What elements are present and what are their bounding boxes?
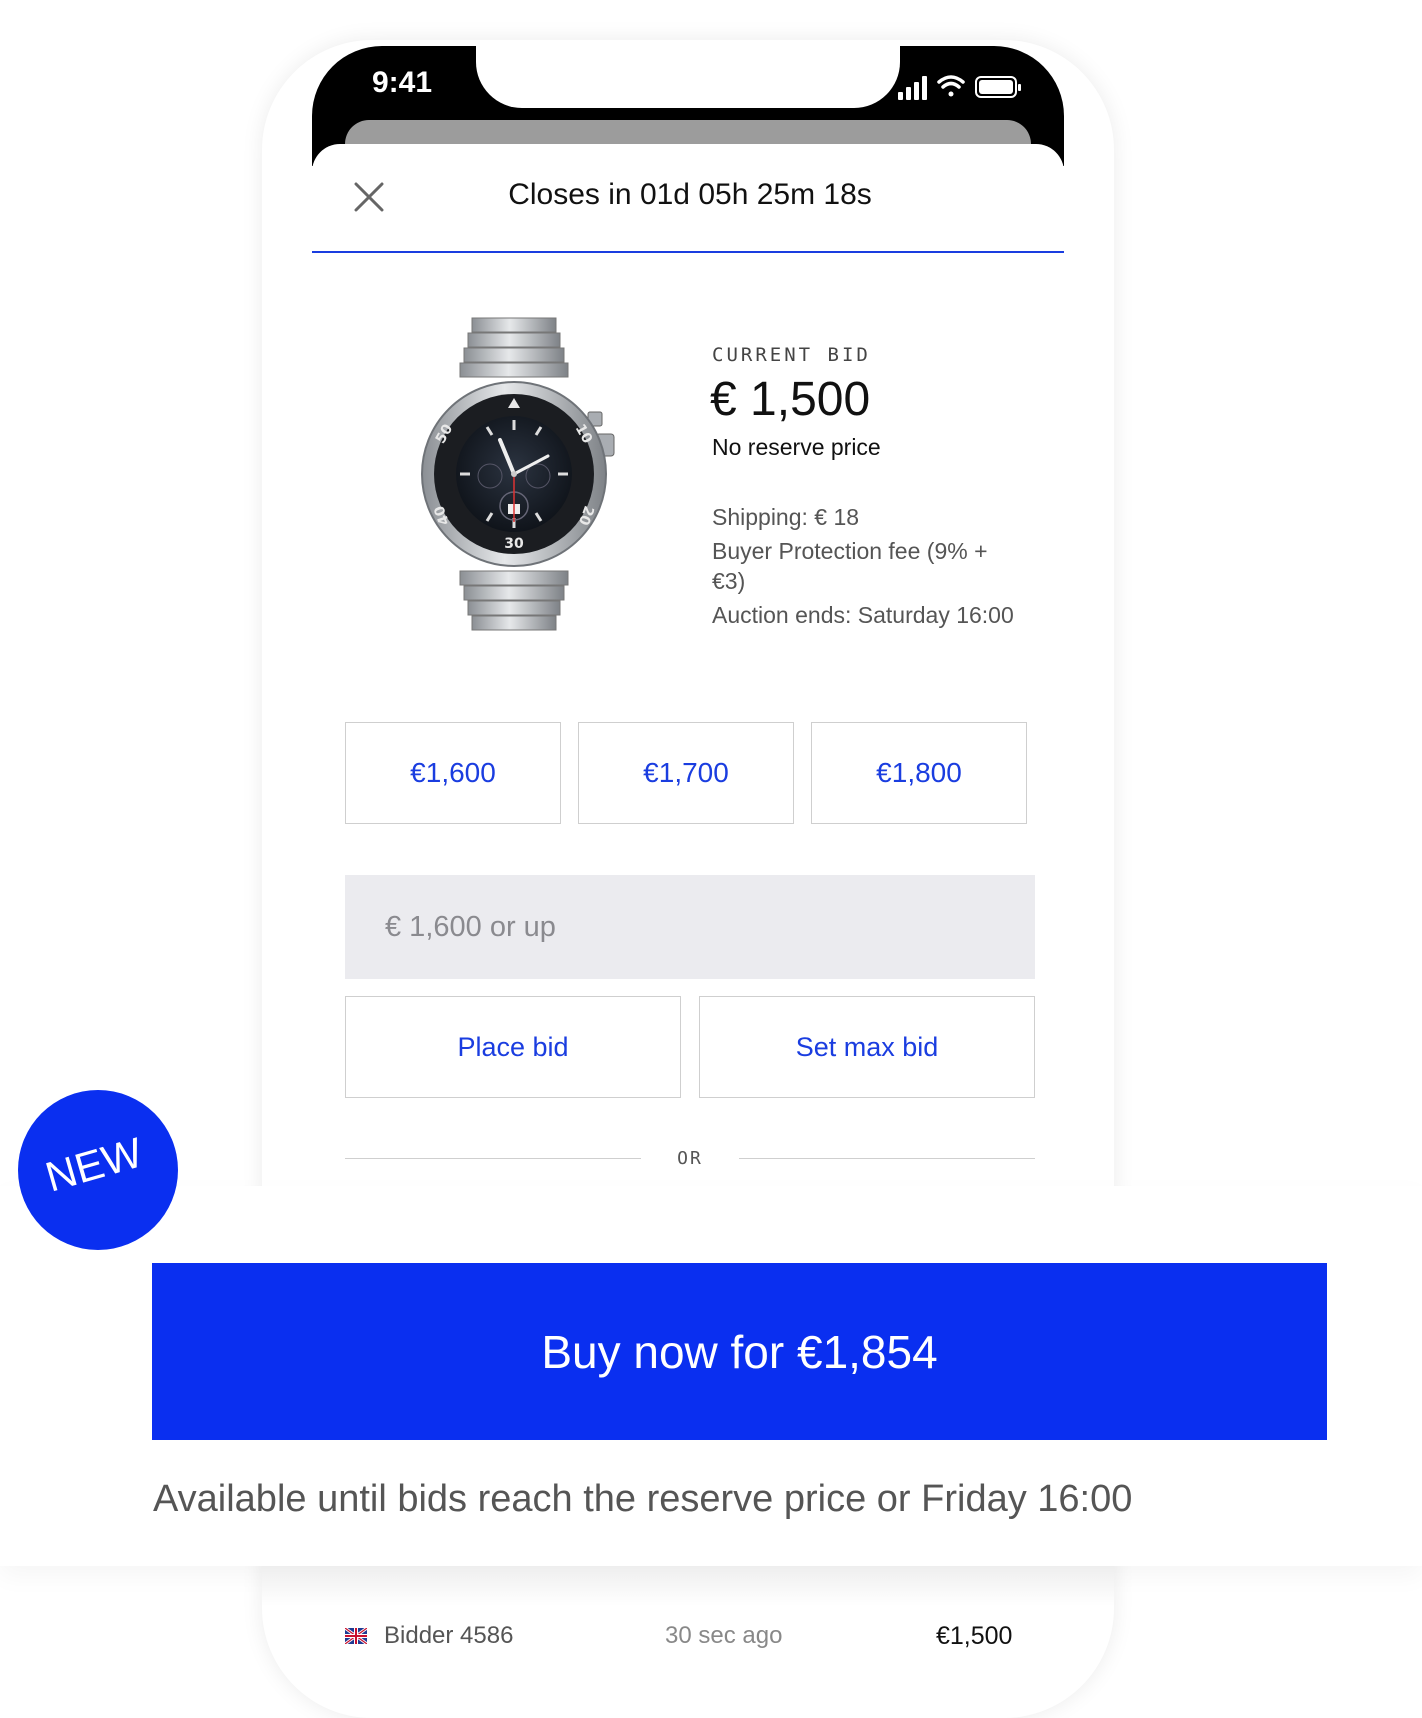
countdown-title: Closes in 01d 05h 25m 18s [508,178,872,211]
bracelet-bottom [459,570,569,631]
new-badge: NEW [18,1090,178,1250]
shipping-text: Shipping: € 18 [712,504,860,530]
buy-now-availability-text: Available until bids reach the reserve p… [153,1478,1133,1520]
battery-icon [975,76,1021,98]
bid-amount-input[interactable] [345,875,1035,979]
buy-now-label: Buy now for €1,854 [541,1325,938,1378]
or-divider-right [739,1158,1035,1159]
close-icon [354,182,384,212]
close-button[interactable] [350,178,388,216]
watch-image: 30 50 40 10 20 [410,316,630,634]
place-bid-button[interactable]: Place bid [345,996,681,1098]
auction-ends-text: Auction ends: Saturday 16:00 [712,602,1014,628]
bid-amount: €1,500 [936,1622,1013,1650]
buy-now-button[interactable]: Buy now for €1,854 [152,1263,1327,1440]
status-time: 9:41 [372,66,433,99]
auction-details: Shipping: € 18 Buyer Protection fee (9% … [712,502,1022,634]
buyer-protection-text: Buyer Protection fee (9% + €3) [712,538,988,594]
reserve-price-text: No reserve price [712,434,881,460]
phone-notch [476,46,900,108]
or-divider-left [345,1158,641,1159]
wifi-icon [937,75,965,97]
or-label: OR [677,1148,703,1169]
bid-history-fade [262,1566,1114,1606]
header-divider [312,251,1064,253]
bezel-mark-30: 30 [504,536,524,552]
uk-flag-icon [344,1626,368,1646]
bracelet-top [459,317,569,378]
current-bid-value: € 1,500 [710,373,871,426]
bid-time: 30 sec ago [665,1622,783,1649]
bidder-name: Bidder 4586 [384,1622,514,1649]
quick-bid-button-2[interactable]: €1,700 [578,722,794,824]
set-max-bid-button[interactable]: Set max bid [699,996,1035,1098]
current-bid-label: CURRENT BID [712,344,871,366]
new-badge-label: NEW [40,1128,148,1201]
quick-bid-button-1[interactable]: €1,600 [345,722,561,824]
signal-bars-icon [898,76,927,100]
quick-bid-button-3[interactable]: €1,800 [811,722,1027,824]
status-icons [898,72,1028,102]
